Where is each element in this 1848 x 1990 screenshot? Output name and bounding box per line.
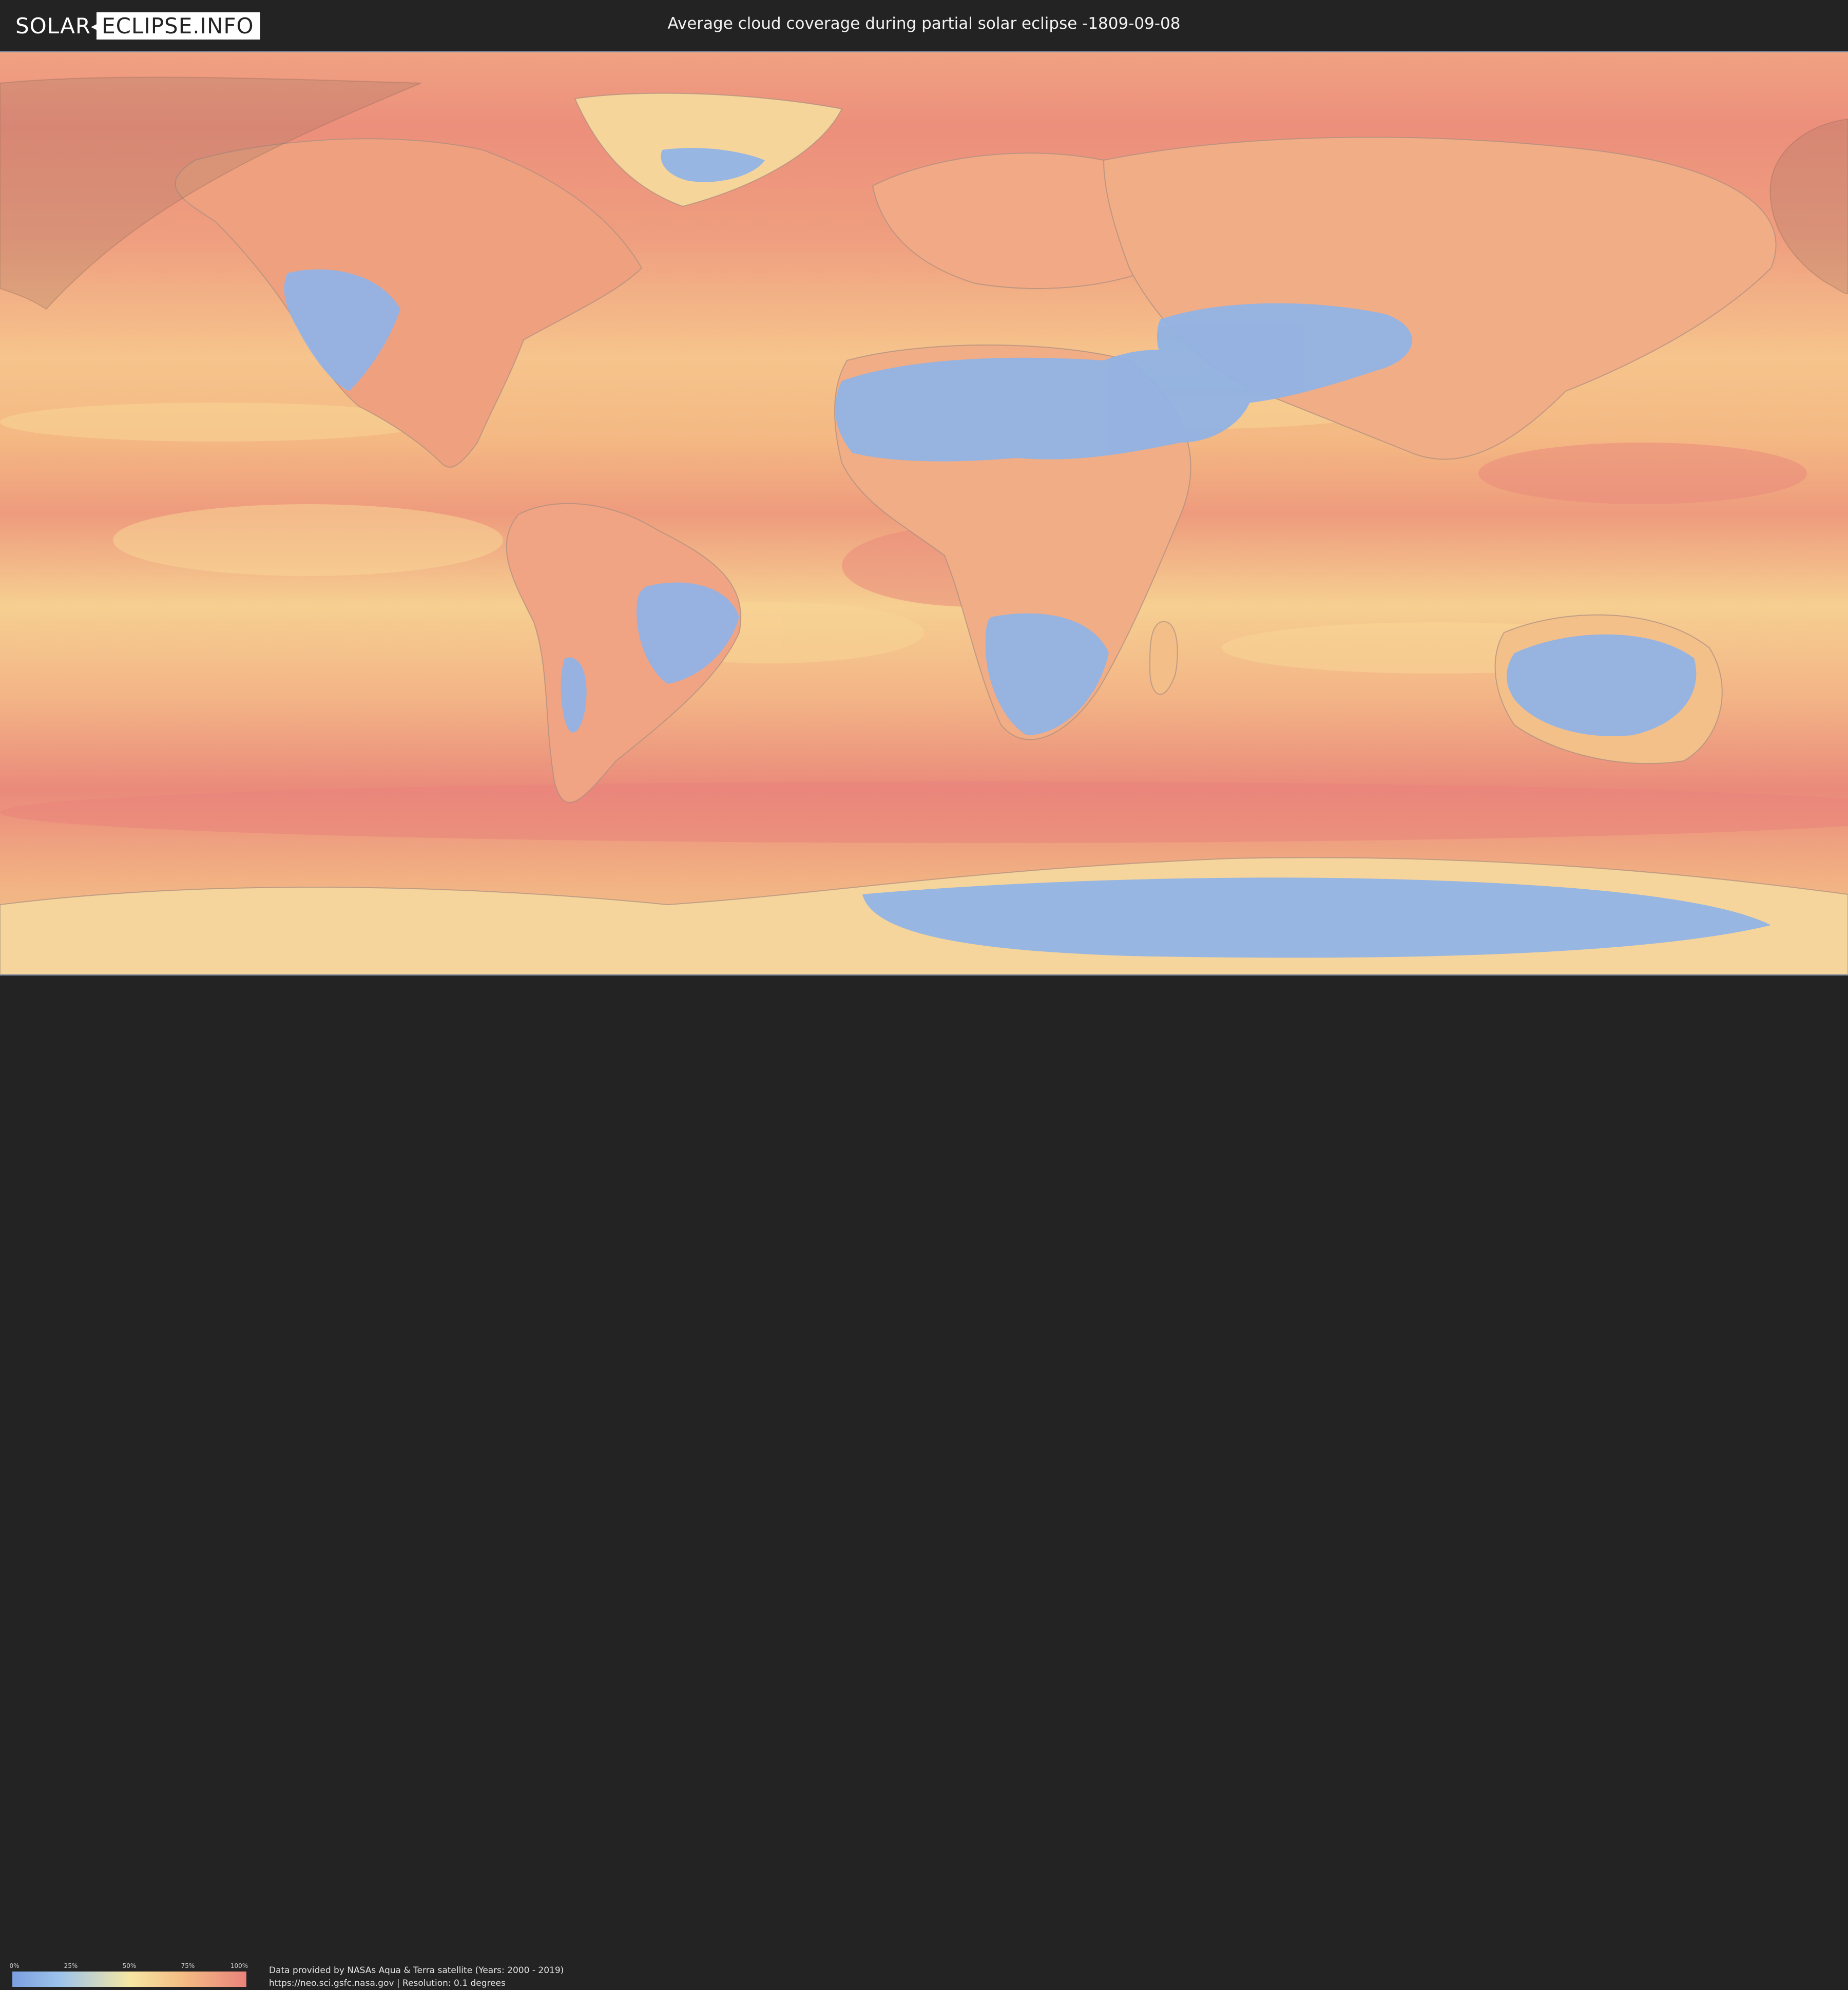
footer-bar: 0% 25% 50% 75% 100% Data provided by NAS… (0, 975, 1848, 1988)
legend-tick-75: 75% (181, 1962, 195, 1969)
legend-tick-0: 0% (9, 1962, 20, 1969)
legend-tick-100: 100% (230, 1962, 248, 1969)
legend-tick-50: 50% (122, 1962, 137, 1969)
data-credits: Data provided by NASAs Aqua & Terra sate… (269, 1964, 564, 1990)
legend-ticks: 0% 25% 50% 75% 100% (9, 1962, 248, 1969)
cloud-coverage-legend: 0% 25% 50% 75% 100% (9, 1962, 248, 1987)
header-bar: SOLAR ◂ ECLIPSE.INFO Average cloud cover… (0, 0, 1848, 51)
credit-line-source: Data provided by NASAs Aqua & Terra sate… (269, 1965, 564, 1976)
cloud-streak (1478, 443, 1807, 504)
page-title: Average cloud coverage during partial so… (667, 14, 1181, 33)
cloud-streak (113, 504, 503, 576)
legend-color-bar (12, 1972, 246, 1987)
legend-tick-25: 25% (64, 1962, 78, 1969)
cloud-coverage-map[interactable] (0, 51, 1848, 975)
credit-line-url[interactable]: https://neo.sci.gsfc.nasa.gov | Resoluti… (269, 1977, 564, 1990)
world-map (0, 52, 1848, 974)
